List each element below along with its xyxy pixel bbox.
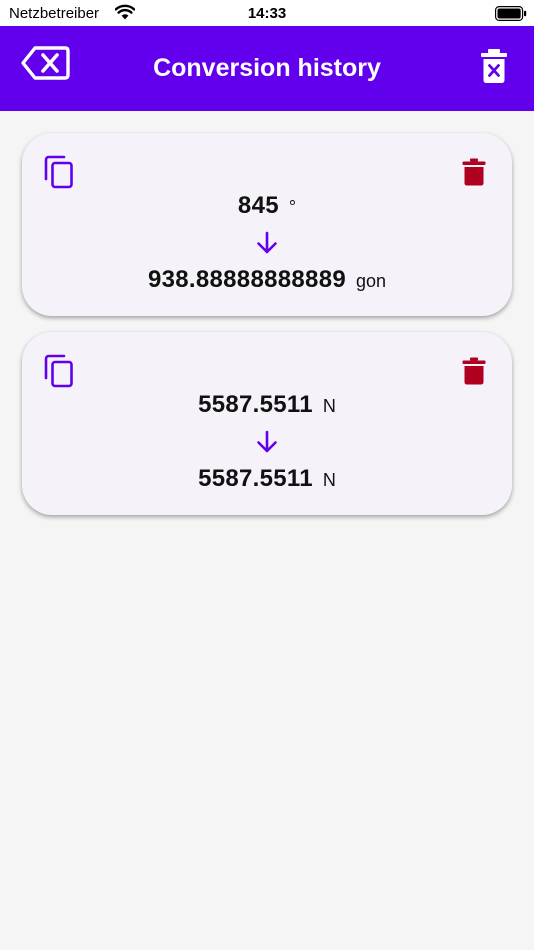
result-value: 938.88888888889: [147, 266, 346, 293]
arrow-down-icon: [257, 430, 277, 453]
source-value: 845: [237, 192, 279, 219]
clock: 14:33: [247, 5, 287, 22]
source-value-line: 5587.5511 N: [22, 390, 512, 421]
source-unit: N: [322, 396, 336, 416]
history-card: 5587.5511 N 5587.5511 N: [22, 332, 512, 515]
arrow-down-icon: [257, 231, 277, 254]
status-bar: Netzbetreiber 14:33: [0, 0, 534, 26]
history-card: 845 ° 938.88888888889 gon: [22, 133, 512, 316]
result-value-line: 5587.5511 N: [22, 464, 512, 495]
delete-icon[interactable]: [462, 357, 486, 385]
result-unit: N: [322, 470, 336, 490]
copy-icon[interactable]: [44, 155, 74, 189]
source-value-line: 845 °: [22, 191, 512, 222]
copy-icon[interactable]: [44, 354, 74, 388]
source-value: 5587.5511: [198, 391, 313, 418]
source-unit: °: [288, 197, 297, 217]
page-title: Conversion history: [153, 54, 381, 82]
result-unit: gon: [356, 271, 387, 291]
battery-icon: [495, 6, 527, 21]
result-value: 5587.5511: [198, 465, 313, 492]
result-value-line: 938.88888888889 gon: [22, 265, 512, 296]
delete-sweep-icon[interactable]: [478, 48, 510, 84]
delete-icon[interactable]: [462, 158, 486, 186]
app-bar: Conversion history: [0, 26, 534, 111]
